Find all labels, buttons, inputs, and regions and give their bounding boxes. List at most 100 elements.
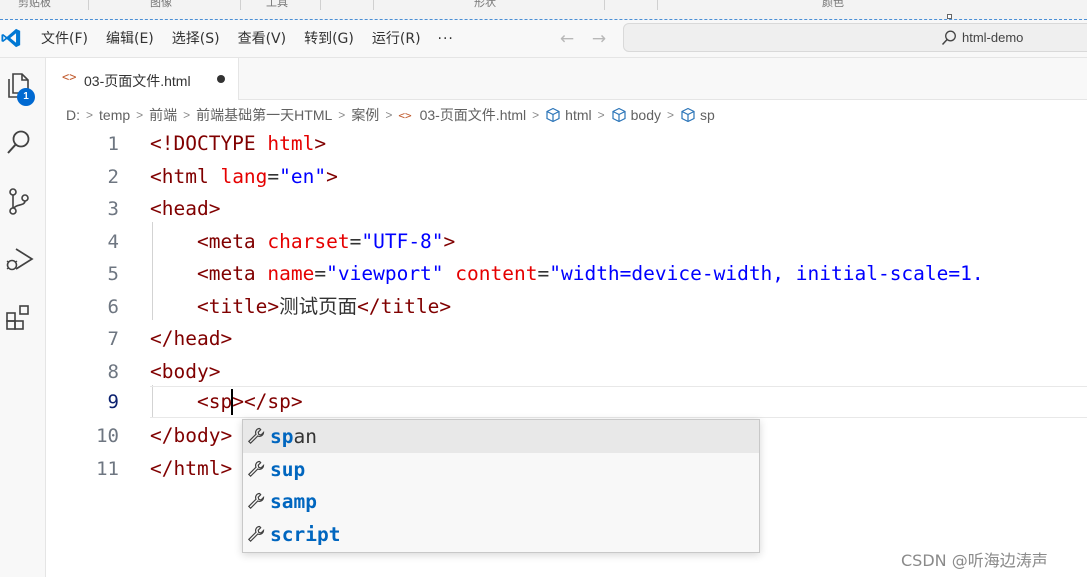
wrench-icon: [247, 525, 265, 542]
menu-more-button[interactable]: ···: [430, 31, 462, 47]
search-icon[interactable]: [4, 128, 34, 158]
autocomplete-suggestions: span sup samp script: [242, 419, 760, 553]
source-control-icon[interactable]: [4, 186, 34, 216]
breadcrumb: D: > temp > 前端 > 前端基础第一天HTML > 案例 > <> 0…: [66, 104, 715, 126]
code-text: <meta charset="UTF-8">: [196, 229, 456, 253]
symbol-element-icon: [612, 107, 626, 123]
breadcrumb-temp[interactable]: temp: [99, 107, 130, 123]
title-text: 测试页面: [279, 294, 358, 318]
suggestion-label: span: [270, 425, 317, 448]
menu-bar: 文件(F) 编辑(E) 选择(S) 查看(V) 转到(G) 运行(R) ···: [32, 20, 462, 58]
search-icon: [941, 30, 956, 46]
command-center[interactable]: html-demo: [623, 23, 1087, 52]
wrench-icon: [247, 427, 265, 445]
line-number: 6: [107, 295, 119, 318]
code-text: <head>: [150, 197, 221, 220]
symbol-element-icon: [681, 107, 695, 123]
html-file-icon: <>: [398, 108, 412, 122]
code-line: 4 <meta charset="UTF-8">: [46, 226, 1087, 259]
code-line: 5 <meta name="viewport" content="width=d…: [46, 258, 1087, 291]
ribbon-separator: [604, 0, 605, 10]
code-line: 3 <head>: [46, 193, 1087, 226]
ribbon-label-clipboard: 剪贴板: [18, 0, 51, 9]
ribbon-separator: [240, 0, 241, 10]
chevron-right-icon: >: [183, 108, 191, 122]
ribbon-separator: [657, 0, 658, 10]
code-text: </head>: [150, 327, 233, 350]
code-line: 8 <body>: [46, 356, 1087, 389]
forward-arrow-icon[interactable]: →: [588, 28, 610, 50]
wrench-icon: [247, 460, 265, 477]
html-file-icon: <>: [62, 70, 77, 84]
ribbon-strip: 剪贴板 图像 工具 形状 颜色: [0, 0, 1087, 20]
navigation-arrows: ← →: [556, 28, 610, 50]
line-number: 1: [107, 133, 119, 155]
breadcrumb-day1[interactable]: 前端基础第一天HTML: [196, 105, 332, 125]
breadcrumb-drive[interactable]: D:: [66, 107, 80, 123]
chevron-right-icon: >: [597, 108, 605, 122]
ribbon-label-image: 图像: [150, 0, 172, 9]
menu-edit[interactable]: 编辑(E): [97, 25, 163, 53]
chevron-right-icon: >: [136, 108, 144, 122]
code-line-current: 9 <sp></sp>: [46, 386, 1087, 419]
back-arrow-icon[interactable]: ←: [556, 28, 578, 50]
code-line: 7 </head>: [46, 323, 1087, 356]
code-text: <sp></sp>: [196, 388, 303, 415]
ribbon-separator: [373, 0, 374, 10]
line-number: 2: [107, 165, 119, 188]
breadcrumb-file[interactable]: 03-页面文件.html: [420, 105, 527, 125]
tab-active-file[interactable]: <> 03-页面文件.html: [46, 58, 239, 100]
chevron-right-icon: >: [86, 108, 94, 122]
symbol-element-icon: [546, 107, 560, 123]
menu-view[interactable]: 查看(V): [229, 25, 296, 53]
run-debug-icon[interactable]: [4, 244, 34, 274]
ribbon-label-tools: 工具: [266, 0, 288, 9]
code-text: <html lang="en">: [150, 164, 338, 188]
tab-bar: <> 03-页面文件.html: [46, 58, 1087, 100]
breadcrumb-html[interactable]: html: [565, 107, 591, 123]
breadcrumb-sp[interactable]: sp: [700, 107, 715, 123]
suggestion-item-selected[interactable]: span: [243, 420, 759, 453]
line-number: 3: [107, 198, 119, 220]
menu-selection[interactable]: 选择(S): [163, 25, 229, 53]
text-cursor: [231, 388, 234, 415]
menu-go[interactable]: 转到(G): [295, 25, 363, 53]
tab-label: 03-页面文件.html: [84, 73, 191, 89]
line-number: 5: [107, 263, 119, 285]
code-text: </body>: [150, 424, 233, 447]
suggestion-item[interactable]: script: [243, 518, 759, 551]
menu-run[interactable]: 运行(R): [363, 25, 430, 53]
ribbon-label-shapes: 形状: [474, 0, 496, 9]
chevron-right-icon: >: [532, 108, 540, 122]
code-text: <body>: [150, 359, 221, 383]
code-line: 2 <html lang="en">: [46, 161, 1087, 194]
activity-bar: 1: [0, 58, 46, 577]
extensions-icon[interactable]: [4, 302, 34, 332]
suggestion-item[interactable]: samp: [243, 485, 759, 518]
suggestion-label: samp: [270, 490, 317, 513]
resize-handle[interactable]: [947, 14, 952, 19]
unsaved-dot-icon[interactable]: [217, 75, 225, 83]
title-bar: 文件(F) 编辑(E) 选择(S) 查看(V) 转到(G) 运行(R) ··· …: [0, 20, 1087, 58]
command-center-label: html-demo: [962, 30, 1024, 45]
code-text: <meta name="viewport" content="width=dev…: [196, 262, 984, 285]
code-text: <title>测试页面</title>: [196, 294, 452, 318]
vscode-logo-icon: [1, 28, 21, 48]
explorer-badge: 1: [17, 88, 35, 106]
breadcrumb-cases[interactable]: 案例: [351, 105, 379, 125]
breadcrumb-frontend[interactable]: 前端: [149, 105, 177, 125]
suggestion-label: sup: [270, 457, 306, 481]
watermark: CSDN @听海边涛声: [901, 551, 1048, 570]
ribbon-separator: [88, 0, 89, 10]
code-text: </html>: [150, 456, 233, 480]
chevron-right-icon: >: [338, 108, 346, 122]
line-number: 9: [107, 391, 119, 413]
menu-file[interactable]: 文件(F): [32, 25, 97, 53]
chevron-right-icon: >: [385, 108, 393, 122]
wrench-icon: [247, 492, 265, 510]
line-number: 11: [96, 457, 119, 480]
code-line: 1 <!DOCTYPE html>: [46, 128, 1087, 161]
chevron-right-icon: >: [667, 108, 675, 122]
suggestion-item[interactable]: sup: [243, 453, 759, 486]
breadcrumb-body[interactable]: body: [631, 107, 661, 123]
